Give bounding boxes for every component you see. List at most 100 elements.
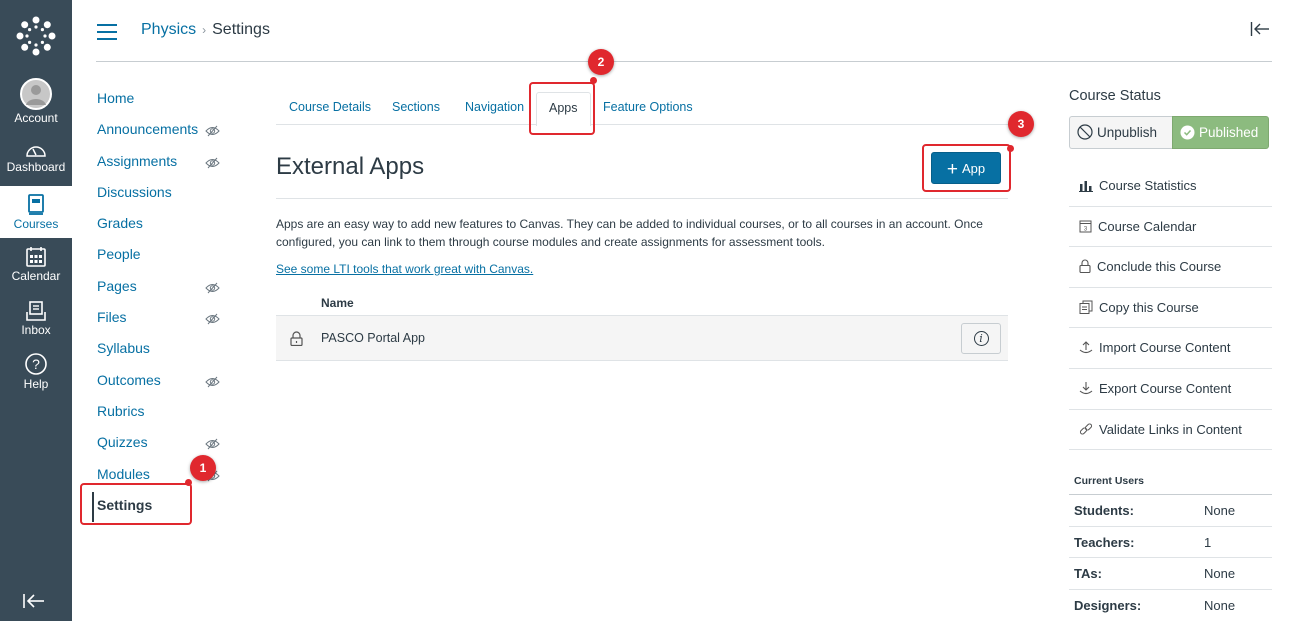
tab-navigation[interactable]: Navigation xyxy=(465,100,524,114)
hamburger-menu-icon[interactable] xyxy=(97,24,117,40)
validate-links-link[interactable]: Validate Links in Content xyxy=(1069,410,1272,451)
link-label: Course Statistics xyxy=(1099,178,1197,193)
course-nav-label: Discussions xyxy=(97,183,172,200)
lock-icon xyxy=(1079,259,1091,274)
right-sidebar: Course Status Unpublish Published Course… xyxy=(1069,88,1272,613)
user-count-row: Designers: None xyxy=(1069,590,1272,621)
user-count-row: Students: None xyxy=(1069,495,1272,527)
annotation-box-step-2 xyxy=(529,82,595,135)
course-nav-label: Files xyxy=(97,309,127,326)
link-icon xyxy=(1079,423,1093,435)
upload-icon xyxy=(1079,341,1093,354)
global-nav-label: Courses xyxy=(13,217,59,231)
table-row: PASCO Portal App i xyxy=(276,315,1008,361)
toggle-sidebar-icon[interactable] xyxy=(1250,21,1270,42)
course-nav-label: Assignments xyxy=(97,152,178,169)
breadcrumb-course-link[interactable]: Physics xyxy=(141,21,196,38)
annotation-badge-step-2: 2 xyxy=(588,49,614,75)
title-divider xyxy=(276,198,1008,199)
global-nav-help[interactable]: ? Help xyxy=(0,352,72,396)
course-nav-item-outcomes[interactable]: Outcomes xyxy=(97,370,237,401)
calendar-icon: 3 xyxy=(1079,220,1092,233)
hidden-eye-icon xyxy=(205,154,220,174)
annotation-dot xyxy=(590,77,597,84)
link-label: Course Calendar xyxy=(1098,218,1197,234)
course-nav-label: Outcomes xyxy=(97,371,161,388)
tab-course-details[interactable]: Course Details xyxy=(289,100,371,114)
download-icon xyxy=(1079,381,1093,395)
collapse-nav-icon[interactable] xyxy=(22,592,46,615)
course-nav-item-pages[interactable]: Pages xyxy=(97,276,237,307)
course-nav-item-people[interactable]: People xyxy=(97,244,237,275)
role-label: Designers: xyxy=(1074,597,1142,613)
link-label: Conclude this Course xyxy=(1097,259,1222,275)
global-nav-inbox[interactable]: Inbox xyxy=(0,300,72,344)
course-nav-item-grades[interactable]: Grades xyxy=(97,213,237,244)
global-nav-label: Dashboard xyxy=(6,160,66,174)
course-nav-item-announcements[interactable]: Announcements xyxy=(97,119,237,150)
hidden-eye-icon xyxy=(205,310,220,330)
course-calendar-link[interactable]: 3 Course Calendar xyxy=(1069,207,1272,248)
current-users-table: Students: None Teachers: 1 TAs: None Design… xyxy=(1069,494,1272,621)
global-nav: Account Dashboard Courses Calendar Inbox… xyxy=(0,0,72,621)
annotation-badge-step-3: 3 xyxy=(1008,111,1034,137)
published-button[interactable]: Published xyxy=(1172,116,1269,149)
link-label: Export Course Content xyxy=(1099,380,1232,396)
course-nav-label: People xyxy=(97,246,141,263)
bar-chart-icon xyxy=(1079,181,1093,192)
lti-tools-link[interactable]: See some LTI tools that work great with … xyxy=(276,262,533,276)
conclude-course-link[interactable]: Conclude this Course xyxy=(1069,247,1272,288)
course-statistics-link[interactable]: Course Statistics xyxy=(1069,166,1272,207)
course-actions: Course Statistics 3 Course Calendar Concl… xyxy=(1069,166,1272,451)
role-label: Teachers: xyxy=(1074,534,1135,550)
course-nav-label: Announcements xyxy=(97,121,199,138)
link-label: Copy this Course xyxy=(1099,299,1199,315)
header-divider xyxy=(96,61,1272,62)
global-nav-account[interactable]: Account xyxy=(0,78,72,130)
column-header-name[interactable]: Name xyxy=(321,296,354,310)
tab-sections[interactable]: Sections xyxy=(392,100,440,114)
canvas-logo-icon[interactable] xyxy=(16,16,56,56)
import-content-link[interactable]: Import Course Content xyxy=(1069,328,1272,369)
hidden-eye-icon xyxy=(205,435,220,455)
course-nav-label: Home xyxy=(97,90,135,106)
role-count: 1 xyxy=(1204,534,1212,550)
settings-tabs: Course Details Sections Navigation Apps … xyxy=(276,92,1008,126)
course-nav: Home Announcements Assignments Discussions G… xyxy=(92,88,237,526)
link-label: Validate Links in Content xyxy=(1099,421,1242,437)
course-nav-item-home[interactable]: Home xyxy=(97,88,237,119)
course-nav-item-files[interactable]: Files xyxy=(97,307,237,338)
course-nav-item-discussions[interactable]: Discussions xyxy=(97,182,237,213)
global-nav-calendar[interactable]: Calendar xyxy=(0,246,72,290)
published-label: Published xyxy=(1199,125,1259,140)
course-nav-item-rubrics[interactable]: Rubrics xyxy=(97,401,237,432)
copy-course-link[interactable]: Copy this Course xyxy=(1069,288,1272,329)
hidden-eye-icon xyxy=(205,122,220,142)
course-nav-label: Pages xyxy=(97,277,137,294)
global-nav-courses[interactable]: Courses xyxy=(0,186,72,238)
annotation-dot xyxy=(1007,145,1014,152)
global-nav-label: Help xyxy=(23,377,49,391)
inbox-icon xyxy=(26,301,46,321)
lock-icon xyxy=(290,331,303,351)
tab-feature-options[interactable]: Feature Options xyxy=(603,100,693,114)
global-nav-dashboard[interactable]: Dashboard xyxy=(0,141,72,185)
course-nav-item-quizzes[interactable]: Quizzes xyxy=(97,432,237,463)
role-count: None xyxy=(1204,566,1236,581)
info-icon: i xyxy=(973,331,989,346)
help-icon: ? xyxy=(25,353,47,375)
course-nav-item-syllabus[interactable]: Syllabus xyxy=(97,338,237,369)
course-nav-item-assignments[interactable]: Assignments xyxy=(97,151,237,182)
dashboard-icon xyxy=(26,146,46,157)
global-nav-label: Account xyxy=(14,111,58,125)
course-status-buttons: Unpublish Published xyxy=(1069,116,1269,149)
course-nav-label: Modules xyxy=(97,465,150,482)
export-content-link[interactable]: Export Course Content xyxy=(1069,369,1272,410)
link-label: Import Course Content xyxy=(1099,340,1231,356)
breadcrumb: Physics › Settings xyxy=(141,21,270,39)
breadcrumb-current: Settings xyxy=(212,21,270,38)
hidden-eye-icon xyxy=(205,279,220,299)
app-info-button[interactable]: i xyxy=(961,323,1001,354)
role-label: Students: xyxy=(1074,503,1134,518)
unpublish-button[interactable]: Unpublish xyxy=(1069,116,1172,149)
